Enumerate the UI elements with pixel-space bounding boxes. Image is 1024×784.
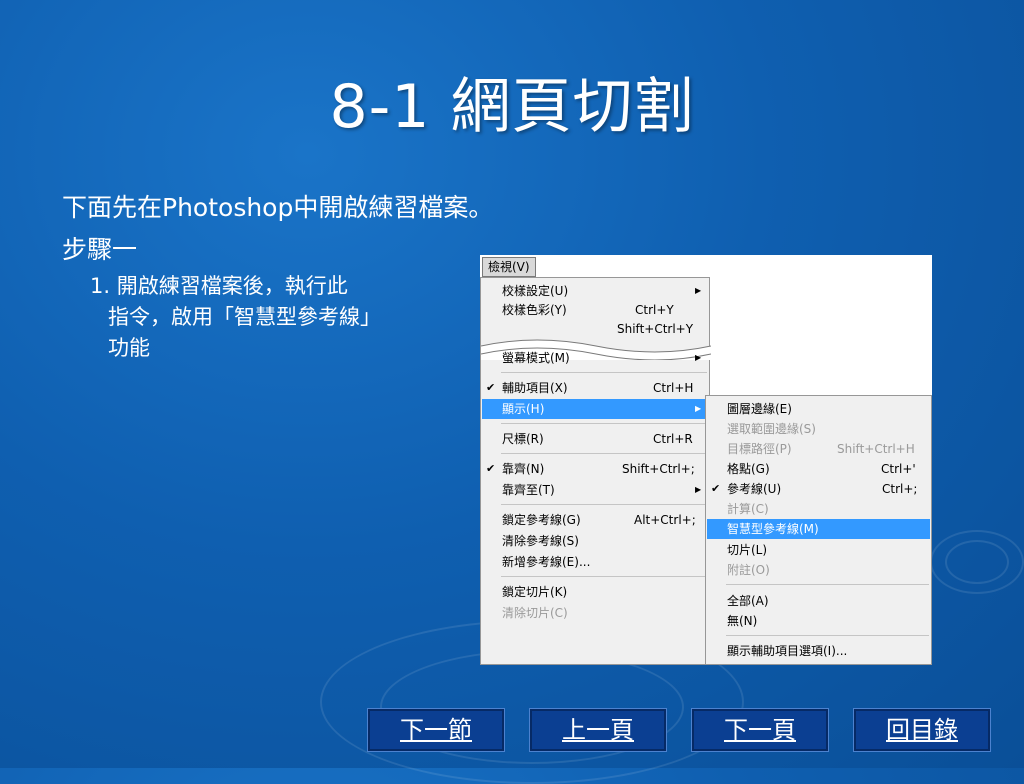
- prev-page-button[interactable]: 上一頁: [529, 708, 667, 752]
- menu-separator: [501, 372, 707, 373]
- menu-item-proof-setup[interactable]: 校樣設定(U) ▶: [482, 281, 708, 301]
- menu-item-target-path: 目標路徑(P) Shift+Ctrl+H: [727, 442, 915, 456]
- menu-item-new-guide[interactable]: 新增參考線(E)...: [482, 552, 708, 572]
- menu-item-lock-guides[interactable]: 鎖定參考線(G) Alt+Ctrl+;: [482, 510, 708, 530]
- show-submenu: 圖層邊緣(E) 選取範圍邊緣(S) 目標路徑(P) Shift+Ctrl+H 格…: [705, 395, 932, 665]
- photoshop-menu-screenshot: 檢視(V) 校樣設定(U) ▶ 校樣色彩(Y) Ctrl+Y Shift+Ctr…: [480, 255, 932, 665]
- submenu-arrow-icon: ▶: [695, 404, 702, 413]
- water-ripple-decoration: [945, 540, 1009, 584]
- menu-item-screen-mode[interactable]: 螢幕模式(M) ▶: [482, 348, 708, 368]
- next-page-button[interactable]: 下一頁: [691, 708, 829, 752]
- checkmark-icon: ✔: [486, 462, 496, 475]
- menu-item-smart-guides[interactable]: 智慧型參考線(M): [707, 519, 930, 539]
- next-section-button[interactable]: 下一節: [367, 708, 505, 752]
- step-heading: 步驟一: [62, 235, 138, 264]
- menu-item-grid[interactable]: 格點(G) Ctrl+': [707, 459, 930, 479]
- menu-item-clear-guides[interactable]: 清除參考線(S): [482, 531, 708, 551]
- view-menu-title[interactable]: 檢視(V): [482, 257, 536, 277]
- menu-item-guides[interactable]: ✔ 參考線(U) Ctrl+;: [707, 479, 930, 499]
- menu-item-selection-edges: 選取範圍邊緣(S): [727, 422, 816, 436]
- menu-item-layer-edges[interactable]: 圖層邊緣(E): [707, 399, 930, 419]
- menu-item-snap[interactable]: ✔ 靠齊(N) Shift+Ctrl+;: [482, 459, 708, 479]
- menu-item-show[interactable]: 顯示(H) ▶: [482, 399, 708, 419]
- menu-item-count: 計算(C): [727, 502, 769, 516]
- submenu-arrow-icon: ▶: [695, 286, 702, 295]
- menu-separator: [501, 504, 707, 505]
- menu-item-clear-slices: 清除切片(C): [502, 606, 568, 620]
- checkmark-icon: ✔: [711, 482, 721, 495]
- menu-item-notes: 附註(O): [727, 563, 770, 577]
- menu-item-lock-slices[interactable]: 鎖定切片(K): [482, 582, 708, 602]
- menu-item-extras[interactable]: ✔ 輔助項目(X) Ctrl+H: [482, 378, 708, 398]
- menu-item-show-extras-options[interactable]: 顯示輔助項目選項(I)...: [707, 641, 930, 661]
- menu-item-proof-colors[interactable]: 校樣色彩(Y) Ctrl+Y: [482, 300, 708, 320]
- menu-separator: [726, 635, 929, 636]
- slide-title: 8-1 網頁切割: [329, 72, 695, 142]
- step-text-line1: 1. 開啟練習檔案後，執行此: [90, 274, 348, 298]
- menu-item-slices[interactable]: 切片(L): [707, 540, 930, 560]
- menu-separator: [726, 584, 929, 585]
- intro-text: 下面先在Photoshop中開啟練習檔案。: [62, 193, 494, 222]
- menu-separator: [501, 453, 707, 454]
- table-of-contents-button[interactable]: 回目錄: [853, 708, 991, 752]
- menu-item-rulers[interactable]: 尺標(R) Ctrl+R: [482, 429, 708, 449]
- menu-item-snap-to[interactable]: 靠齊至(T) ▶: [482, 480, 708, 500]
- step-text-line2: 指令，啟用「智慧型參考線」: [108, 305, 381, 329]
- menu-separator: [501, 576, 707, 577]
- submenu-arrow-icon: ▶: [695, 353, 702, 362]
- menu-item-none[interactable]: 無(N): [707, 611, 930, 631]
- menu-separator: [501, 423, 707, 424]
- submenu-arrow-icon: ▶: [695, 485, 702, 494]
- view-menu: 校樣設定(U) ▶ 校樣色彩(Y) Ctrl+Y Shift+Ctrl+Y 螢幕…: [480, 277, 711, 665]
- menu-item-all[interactable]: 全部(A): [707, 591, 930, 611]
- step-text-line3: 功能: [108, 336, 150, 360]
- checkmark-icon: ✔: [486, 381, 496, 394]
